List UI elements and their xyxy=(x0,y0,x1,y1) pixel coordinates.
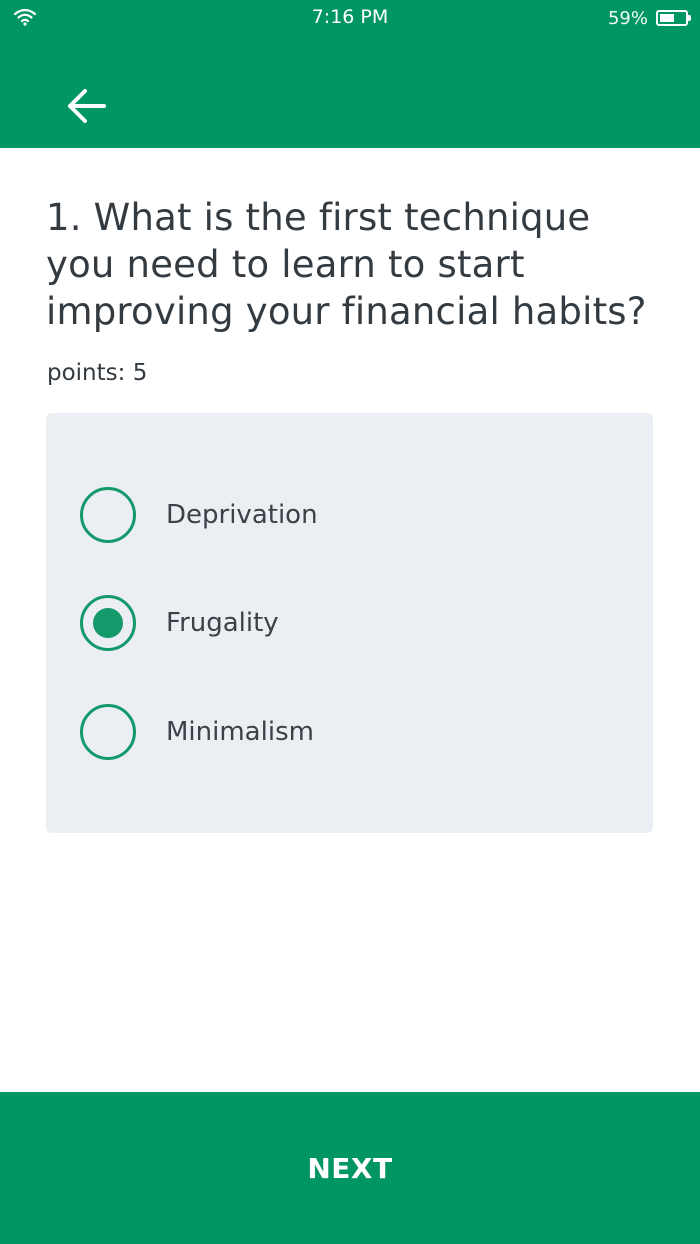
option-deprivation[interactable]: Deprivation xyxy=(80,483,600,547)
status-time: 7:16 PM xyxy=(311,6,389,28)
option-minimalism[interactable]: Minimalism xyxy=(80,700,600,764)
option-frugality[interactable]: Frugality xyxy=(80,591,600,655)
back-button[interactable] xyxy=(62,82,112,130)
radio-button[interactable] xyxy=(80,595,136,651)
option-label: Minimalism xyxy=(166,717,314,747)
battery-status: 59% xyxy=(607,7,691,29)
app-header: 7:16 PM 59% xyxy=(0,0,700,148)
option-label: Deprivation xyxy=(166,500,318,530)
radio-button[interactable] xyxy=(80,704,136,760)
question-points: points: 5 xyxy=(47,360,148,386)
next-button[interactable]: NEXT xyxy=(0,1092,700,1244)
radio-button[interactable] xyxy=(80,487,136,543)
question-text: 1. What is the first technique you need … xyxy=(46,196,647,333)
battery-percent: 59% xyxy=(607,7,648,29)
radio-selected-dot xyxy=(93,608,123,638)
status-bar: 7:16 PM 59% xyxy=(0,0,700,36)
options-card: Deprivation Frugality Minimalism xyxy=(46,413,653,833)
next-button-label: NEXT xyxy=(307,1151,393,1185)
arrow-left-icon xyxy=(68,89,106,123)
option-label: Frugality xyxy=(166,608,279,638)
battery-icon xyxy=(656,10,691,26)
quiz-screen: 7:16 PM 59% 1. What is the first techniq… xyxy=(0,0,700,1244)
battery-level-fill xyxy=(660,14,674,22)
